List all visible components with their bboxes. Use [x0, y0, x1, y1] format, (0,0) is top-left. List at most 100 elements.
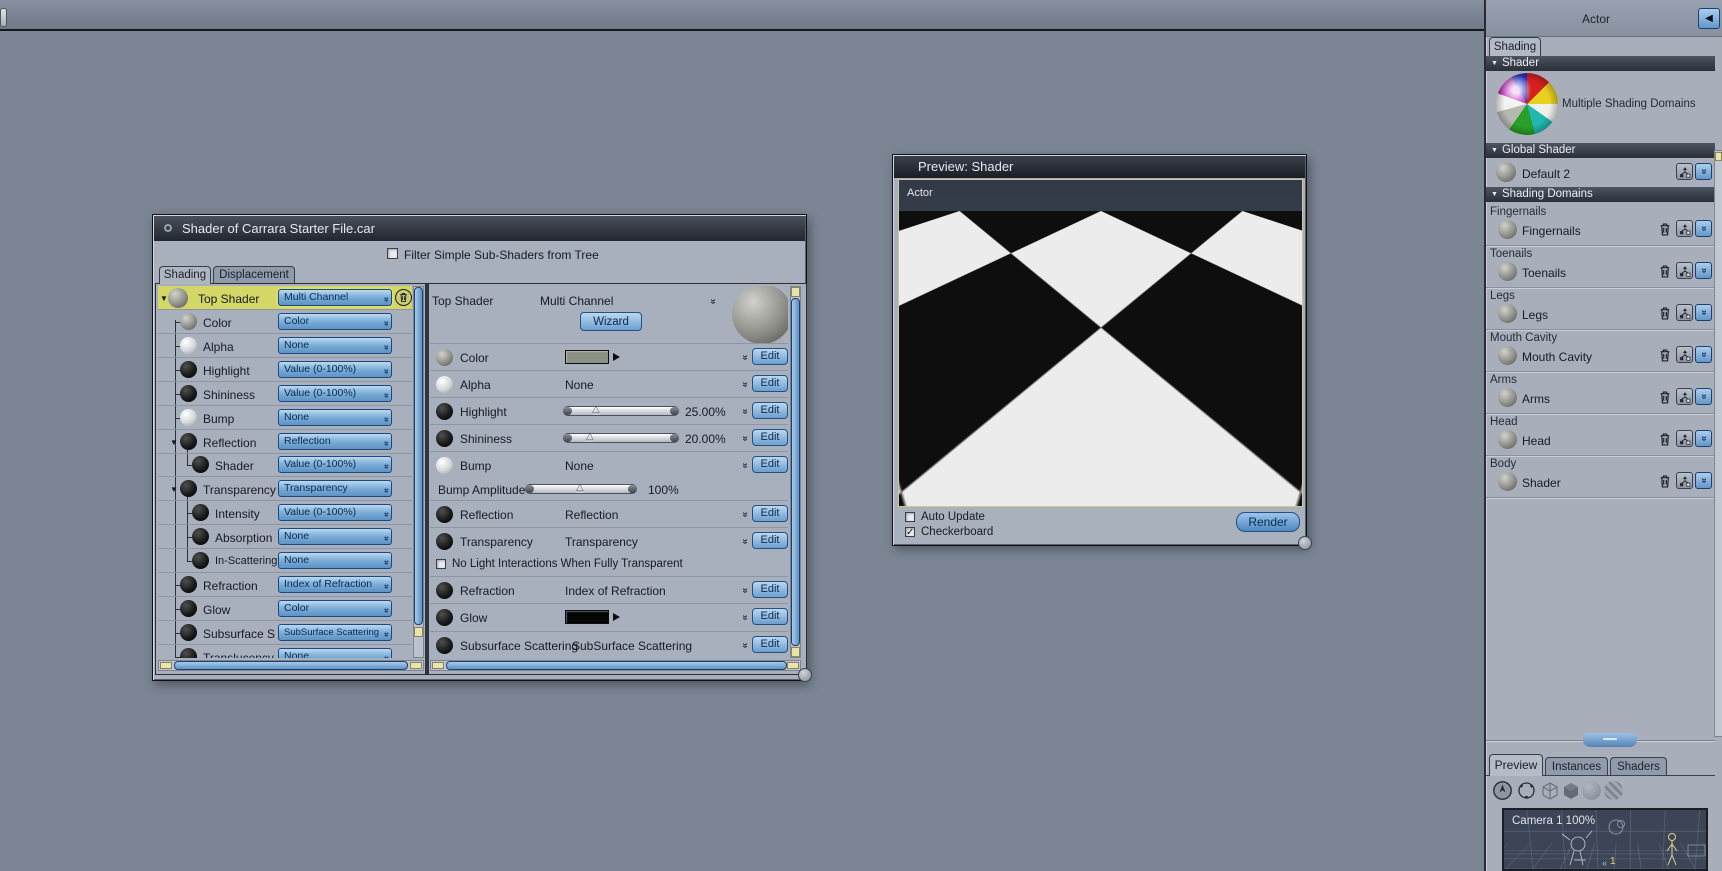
- tree-dropdown-absorption[interactable]: None»: [278, 528, 392, 545]
- shininess-slider[interactable]: △: [563, 431, 679, 443]
- render-button[interactable]: Render: [1236, 512, 1300, 532]
- slider-thumb[interactable]: △: [576, 482, 584, 493]
- shader-expand-button[interactable]: »: [1695, 346, 1712, 363]
- shader-expand-button[interactable]: »: [1695, 163, 1712, 180]
- trash-icon[interactable]: [395, 289, 412, 306]
- multi-domain-sphere[interactable]: [1496, 73, 1558, 135]
- shader-expand-button[interactable]: »: [1695, 472, 1712, 489]
- chevron-double-icon[interactable]: »: [739, 463, 750, 469]
- bottom-tab-shaders[interactable]: Shaders: [1610, 757, 1667, 776]
- slider-thumb[interactable]: △: [586, 431, 594, 442]
- bottom-tab-preview[interactable]: Preview: [1489, 754, 1543, 776]
- shaded-sphere-icon[interactable]: [1582, 781, 1601, 800]
- tree-row-top-shader[interactable]: ▼ Top Shader Multi Channel»: [158, 286, 412, 310]
- tree-row-shininess[interactable]: Shininess Value (0-100%)»: [158, 382, 412, 406]
- shader-expand-button[interactable]: »: [1695, 262, 1712, 279]
- scrollbar-cap[interactable]: [787, 662, 799, 669]
- shader-window-titlebar[interactable]: Shader of Carrara Starter File.car: [154, 216, 805, 241]
- panel-splitter[interactable]: [1486, 733, 1715, 749]
- camera-preview-viewport[interactable]: Camera 1 100% « 1: [1502, 808, 1708, 871]
- chevron-double-icon[interactable]: »: [739, 588, 750, 594]
- scrollbar-cap[interactable]: [160, 662, 172, 669]
- edit-bump-button[interactable]: Edit: [752, 456, 788, 473]
- checkerboard-checkbox[interactable]: ✓: [905, 527, 915, 538]
- domain-section-toenails[interactable]: Toenails Toenails »: [1486, 247, 1715, 288]
- shading-domains-header[interactable]: ▼ Shading Domains: [1486, 187, 1715, 202]
- global-shader-header[interactable]: ▼ Global Shader: [1486, 143, 1715, 158]
- shader-expand-button[interactable]: »: [1695, 220, 1712, 237]
- shader-branch-icon[interactable]: [1676, 430, 1693, 447]
- color-swatch[interactable]: [565, 350, 609, 364]
- expand-triangle-icon[interactable]: ▼: [170, 438, 178, 447]
- solid-cube-icon[interactable]: [1561, 781, 1581, 801]
- toolbar-grip-icon[interactable]: [0, 8, 7, 27]
- scrollbar-thumb[interactable]: [791, 298, 800, 646]
- trash-icon[interactable]: [1657, 222, 1672, 237]
- domain-section-legs[interactable]: Legs Legs »: [1486, 289, 1715, 330]
- detail-vertical-scrollbar[interactable]: [790, 286, 801, 658]
- edit-refraction-button[interactable]: Edit: [752, 581, 788, 598]
- shader-expand-button[interactable]: »: [1695, 430, 1712, 447]
- edit-shininess-button[interactable]: Edit: [752, 429, 788, 446]
- shader-branch-icon[interactable]: [1676, 472, 1693, 489]
- trash-icon[interactable]: [1657, 474, 1672, 489]
- tab-displacement[interactable]: Displacement: [213, 266, 295, 283]
- tree-dropdown-translucency[interactable]: None»: [278, 648, 392, 658]
- chevron-double-icon[interactable]: »: [739, 409, 750, 415]
- bump-amplitude-slider[interactable]: △: [525, 482, 637, 494]
- chevron-double-icon[interactable]: »: [739, 382, 750, 388]
- trash-icon[interactable]: [1657, 432, 1672, 447]
- shader-branch-icon[interactable]: [1676, 304, 1693, 321]
- global-shader-row[interactable]: Default 2 »: [1486, 158, 1715, 187]
- textured-sphere-icon[interactable]: [1604, 781, 1623, 800]
- scrollbar-thumb[interactable]: [446, 661, 787, 670]
- slider-thumb[interactable]: △: [592, 404, 600, 415]
- collapse-panel-button[interactable]: ◀: [1698, 8, 1720, 29]
- bottom-tab-instances[interactable]: Instances: [1545, 757, 1608, 776]
- tree-dropdown-alpha[interactable]: None»: [278, 337, 392, 354]
- scrollbar-cap[interactable]: [1715, 152, 1722, 161]
- wire-cube-icon[interactable]: [1540, 781, 1560, 801]
- shader-branch-icon[interactable]: [1676, 388, 1693, 405]
- detail-horizontal-scrollbar[interactable]: [430, 660, 801, 671]
- chevron-double-icon[interactable]: »: [739, 436, 750, 442]
- chevron-double-icon[interactable]: »: [739, 615, 750, 621]
- domain-section-head[interactable]: Head Head »: [1486, 415, 1715, 456]
- compass-icon[interactable]: [1492, 780, 1513, 801]
- edit-highlight-button[interactable]: Edit: [752, 402, 788, 419]
- tree-dropdown-highlight[interactable]: Value (0-100%)»: [278, 361, 392, 378]
- tree-dropdown-bump[interactable]: None»: [278, 409, 392, 426]
- tree-dropdown-glow[interactable]: Color»: [278, 600, 392, 617]
- edit-transparency-button[interactable]: Edit: [752, 532, 788, 549]
- tree-row-alpha[interactable]: Alpha None»: [158, 334, 412, 358]
- expand-triangle-icon[interactable]: ▼: [170, 485, 178, 494]
- tree-dropdown-transparency[interactable]: Transparency»: [278, 480, 392, 497]
- tree-dropdown-subsurface[interactable]: SubSurface Scattering»: [278, 624, 392, 641]
- scrollbar-cap[interactable]: [791, 287, 800, 297]
- edit-reflection-button[interactable]: Edit: [752, 505, 788, 522]
- tree-row-intensity[interactable]: Intensity Value (0-100%)»: [158, 501, 412, 525]
- edit-color-button[interactable]: Edit: [752, 348, 788, 365]
- tree-dropdown-shininess[interactable]: Value (0-100%)»: [278, 385, 392, 402]
- domain-section-mouth-cavity[interactable]: Mouth Cavity Mouth Cavity »: [1486, 331, 1715, 372]
- scrollbar-cap[interactable]: [410, 662, 422, 669]
- auto-update-checkbox[interactable]: [905, 512, 915, 522]
- chevron-double-icon[interactable]: »: [739, 355, 750, 361]
- shader-branch-icon[interactable]: [1676, 262, 1693, 279]
- tree-row-refraction[interactable]: Refraction Index of Refraction»: [158, 573, 412, 597]
- tree-dropdown-in-scattering[interactable]: None»: [278, 552, 392, 569]
- tree-dropdown-reflection-shader[interactable]: Value (0-100%)»: [278, 456, 392, 473]
- tree-dropdown-intensity[interactable]: Value (0-100%)»: [278, 504, 392, 521]
- scrollbar-thumb[interactable]: [414, 287, 423, 625]
- highlight-slider[interactable]: △: [563, 404, 679, 416]
- chevron-double-icon[interactable]: »: [739, 539, 750, 545]
- tree-row-reflection-shader[interactable]: Shader Value (0-100%)»: [158, 453, 412, 477]
- sidebar-tab-shading[interactable]: Shading: [1489, 37, 1541, 56]
- tree-row-glow[interactable]: Glow Color»: [158, 597, 412, 621]
- trackball-icon[interactable]: [1516, 780, 1537, 801]
- splitter-handle[interactable]: [1583, 733, 1637, 747]
- chevron-double-icon[interactable]: »: [739, 643, 750, 649]
- tree-row-in-scattering[interactable]: In-Scattering None»: [158, 549, 412, 573]
- edit-subsurface-button[interactable]: Edit: [752, 636, 788, 653]
- actor-figure[interactable]: [1039, 238, 1159, 448]
